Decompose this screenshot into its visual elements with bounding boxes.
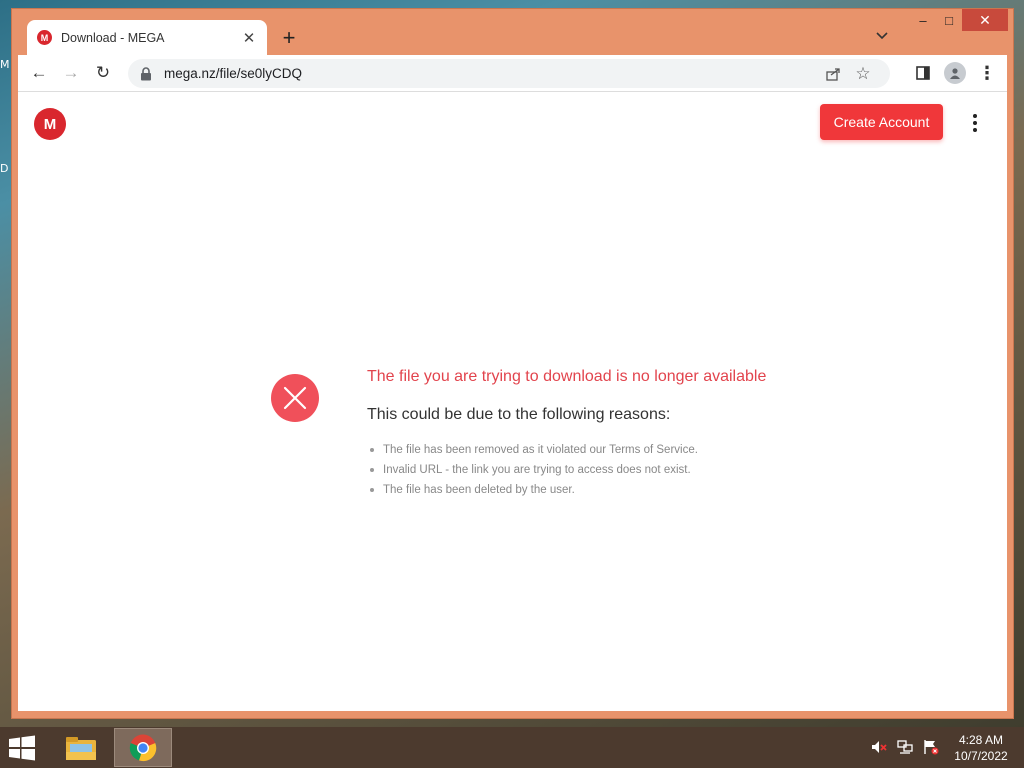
back-button[interactable]: ← (23, 57, 55, 89)
start-button[interactable] (8, 735, 38, 761)
maximize-button[interactable]: □ (936, 9, 962, 31)
clock-date: 10/7/2022 (954, 749, 1008, 763)
network-icon[interactable] (896, 739, 914, 755)
url-text[interactable]: mega.nz/file/se0lyCDQ (164, 66, 818, 81)
close-window-button[interactable]: ✕ (962, 9, 1008, 31)
reason-item: The file has been removed as it violated… (367, 440, 698, 460)
reason-item: Invalid URL - the link you are trying to… (367, 460, 698, 480)
mega-page: M Create Account The file you are trying… (18, 91, 1007, 711)
reasons-list: The file has been removed as it violated… (367, 440, 698, 500)
clock-time: 4:28 AM (958, 733, 1004, 747)
profile-avatar-icon (944, 62, 966, 84)
action-center-flag-icon[interactable] (922, 739, 940, 755)
browser-menu-icon[interactable]: ⋮ (973, 59, 1001, 87)
system-tray (870, 739, 940, 755)
side-panel-icon[interactable] (909, 59, 937, 87)
tab-download-mega[interactable]: M Download - MEGA ✕ (27, 20, 267, 55)
minimize-button[interactable]: – (910, 9, 936, 31)
mega-logo[interactable]: M (34, 108, 66, 140)
taskbar: 4:28 AM 10/7/2022 (0, 727, 1024, 768)
browser-window: M Download - MEGA ✕ + – □ ✕ ← → ↻ mega.n… (11, 8, 1014, 719)
address-bar[interactable]: mega.nz/file/se0lyCDQ ☆ (128, 59, 890, 88)
lock-icon[interactable] (140, 66, 152, 81)
page-menu-icon[interactable] (965, 110, 985, 136)
tab-search-chevron-icon[interactable] (876, 28, 888, 43)
windows-logo-icon (9, 735, 35, 761)
chrome-icon (129, 733, 157, 761)
volume-muted-icon[interactable] (870, 739, 888, 755)
browser-toolbar: ← → ↻ mega.nz/file/se0lyCDQ ☆ ⋮ (18, 55, 1007, 91)
tab-title: Download - MEGA (61, 30, 165, 45)
title-bar: M Download - MEGA ✕ + – □ ✕ (12, 9, 1013, 55)
new-tab-button[interactable]: + (276, 25, 302, 51)
bookmark-star-icon[interactable]: ☆ (848, 64, 878, 84)
file-explorer-taskbar-button[interactable] (52, 728, 110, 767)
mega-favicon-icon: M (37, 30, 52, 45)
error-subtitle: This could be due to the following reaso… (367, 406, 671, 423)
profile-button[interactable] (941, 59, 969, 87)
reload-button[interactable]: ↻ (87, 57, 119, 89)
reason-item: The file has been deleted by the user. (367, 480, 698, 500)
taskbar-clock[interactable]: 4:28 AM 10/7/2022 (944, 732, 1018, 764)
chrome-taskbar-button[interactable] (114, 728, 172, 767)
create-account-button[interactable]: Create Account (820, 104, 943, 140)
error-x-icon (271, 374, 319, 422)
share-icon[interactable] (818, 67, 848, 81)
file-explorer-icon (66, 736, 96, 760)
error-title: The file you are trying to download is n… (367, 368, 767, 385)
forward-button[interactable]: → (55, 57, 87, 89)
tab-close-icon[interactable]: ✕ (241, 29, 257, 47)
